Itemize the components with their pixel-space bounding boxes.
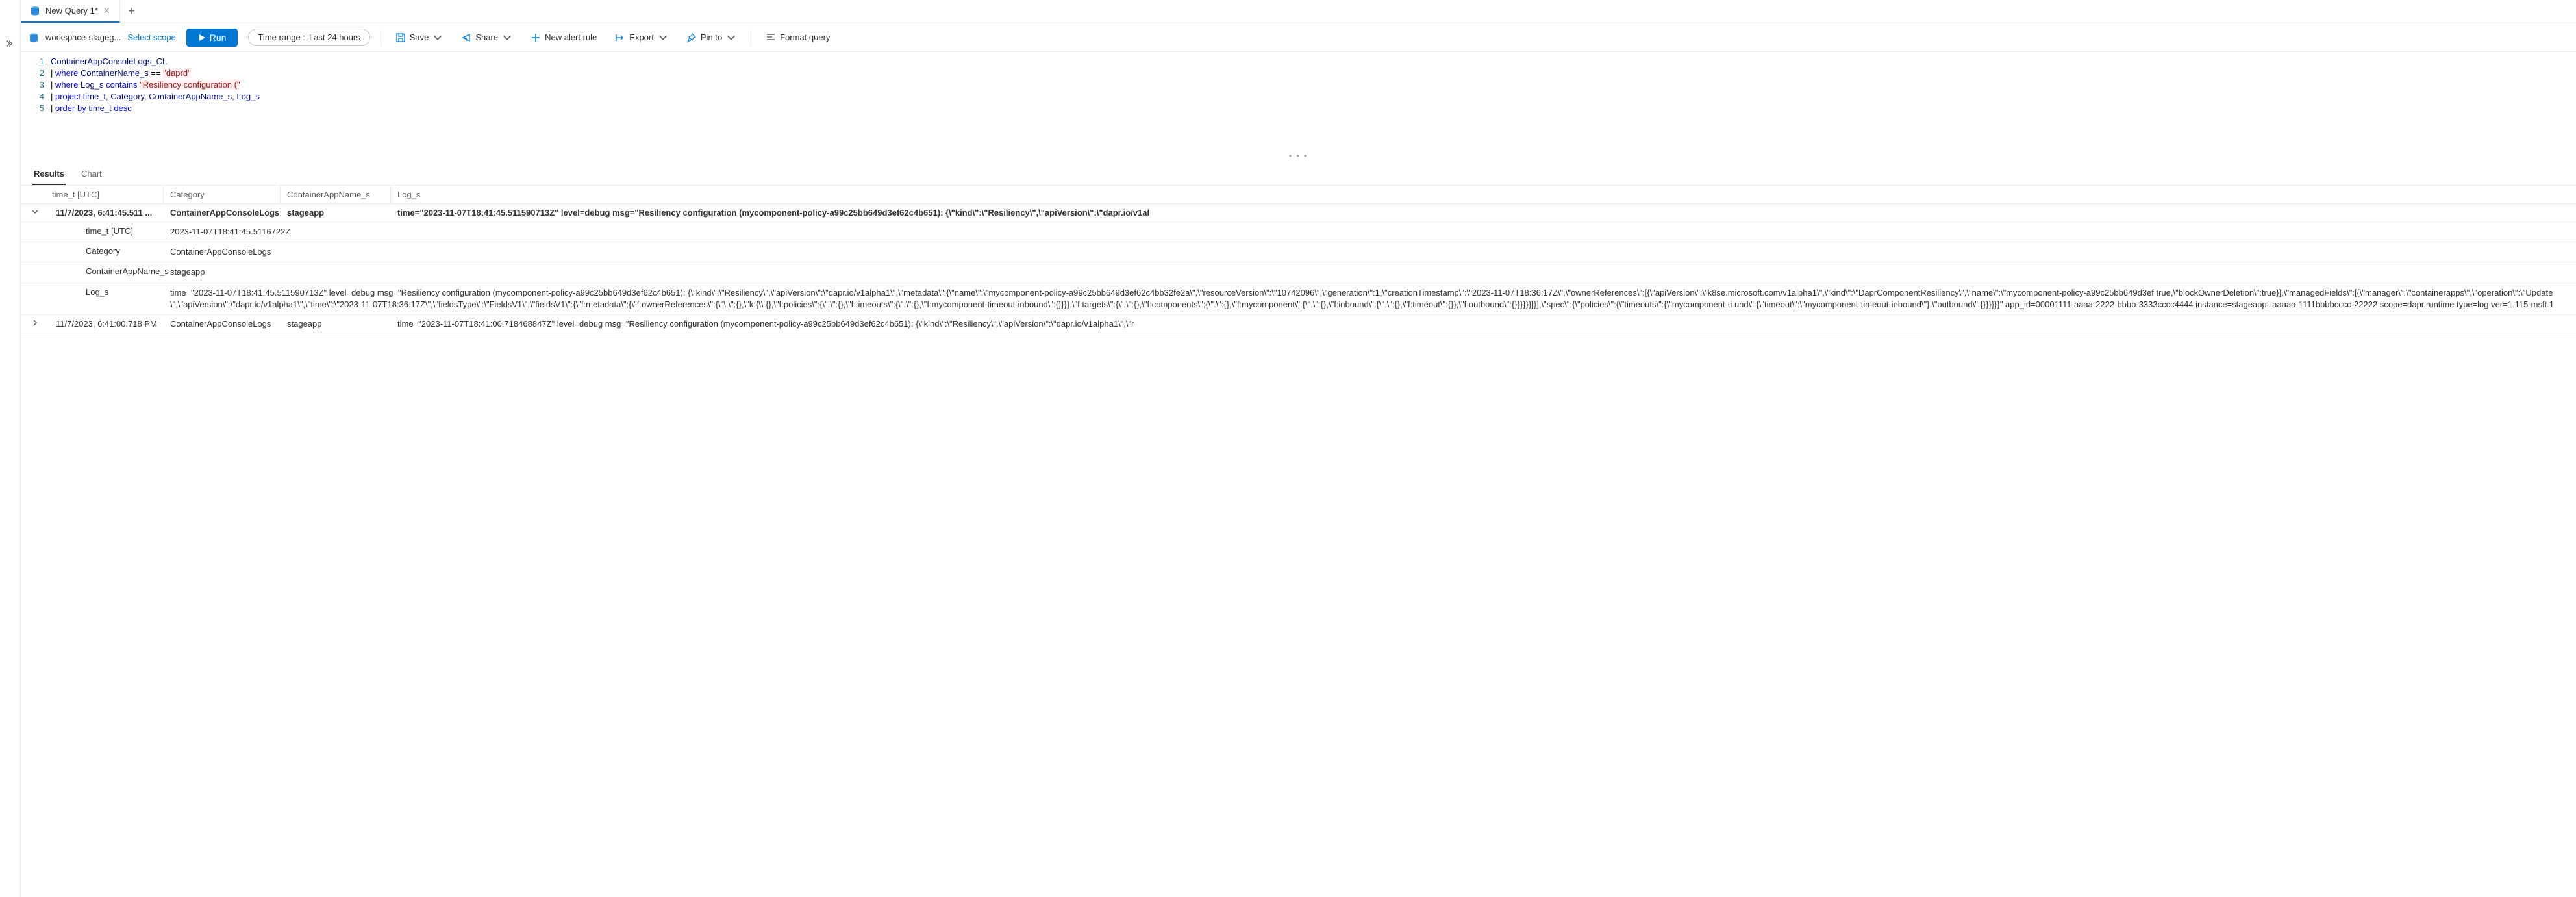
workspace-icon	[29, 32, 39, 43]
chevron-down-icon	[726, 32, 736, 43]
detail-key: Log_s	[21, 283, 164, 314]
drag-dots: • • •	[1289, 151, 1308, 160]
pin-icon	[686, 32, 697, 43]
export-icon	[615, 32, 625, 43]
run-button[interactable]: Run	[186, 29, 238, 47]
results-tab-strip: Results Chart	[21, 162, 2576, 186]
export-button[interactable]: Export	[611, 30, 672, 45]
export-label: Export	[629, 32, 654, 42]
pin-button[interactable]: Pin to	[682, 30, 740, 45]
share-button[interactable]: Share	[457, 30, 516, 45]
detail-key: ContainerAppName_s	[21, 262, 164, 282]
column-headers: time_t [UTC] Category ContainerAppName_s…	[21, 186, 2576, 204]
query-icon	[30, 6, 40, 16]
header-category[interactable]: Category	[164, 186, 281, 203]
detail-row: ContainerAppName_sstageapp	[21, 262, 2576, 283]
time-range-label: Time range :	[258, 32, 305, 42]
tab-results[interactable]: Results	[32, 162, 66, 185]
format-label: Format query	[780, 32, 830, 42]
cell-time: 11/7/2023, 6:41:45.511 ...	[49, 204, 164, 221]
format-icon	[766, 32, 776, 43]
table-row[interactable]: 11/7/2023, 6:41:45.511 ...ContainerAppCo…	[21, 204, 2576, 222]
select-scope-link[interactable]: Select scope	[127, 32, 175, 42]
detail-key: time_t [UTC]	[21, 222, 164, 242]
run-label: Run	[210, 32, 227, 43]
cell-log: time="2023-11-07T18:41:45.511590713Z" le…	[391, 204, 2576, 221]
pin-label: Pin to	[701, 32, 722, 42]
detail-value: time="2023-11-07T18:41:45.511590713Z" le…	[164, 283, 2576, 314]
line-gutter: 12345	[21, 56, 51, 149]
toolbar: workspace-stageg... Select scope Run Tim…	[21, 23, 2576, 52]
detail-value: 2023-11-07T18:41:45.5116722Z	[164, 222, 2576, 242]
cell-category: ContainerAppConsoleLogs	[164, 204, 281, 221]
header-app[interactable]: ContainerAppName_s	[281, 186, 391, 203]
save-icon	[395, 32, 406, 43]
scope-selector[interactable]: workspace-stageg... Select scope	[29, 32, 176, 43]
resize-handle[interactable]: • • •	[21, 149, 2576, 162]
collapse-row-icon[interactable]	[21, 204, 49, 220]
expand-row-icon[interactable]	[21, 315, 49, 331]
cell-app: stageapp	[281, 315, 391, 333]
new-alert-label: New alert rule	[545, 32, 597, 42]
tab-title: New Query 1*	[45, 6, 98, 16]
code-area[interactable]: ContainerAppConsoleLogs_CL| where Contai…	[51, 56, 2576, 149]
results-grid: time_t [UTC] Category ContainerAppName_s…	[21, 186, 2576, 897]
new-tab-button[interactable]: +	[120, 5, 144, 18]
cell-time: 11/7/2023, 6:41:00.718 PM	[49, 315, 164, 333]
time-range-picker[interactable]: Time range : Last 24 hours	[248, 29, 369, 46]
query-editor[interactable]: 12345 ContainerAppConsoleLogs_CL| where …	[21, 52, 2576, 149]
tab-strip: New Query 1* ✕ +	[21, 0, 2576, 23]
play-icon	[198, 34, 206, 42]
chevron-down-icon	[658, 32, 668, 43]
new-alert-button[interactable]: New alert rule	[527, 30, 601, 45]
chevron-down-icon	[502, 32, 512, 43]
detail-value: stageapp	[164, 262, 2576, 282]
cell-log: time="2023-11-07T18:41:00.718468847Z" le…	[391, 315, 2576, 333]
chevron-down-icon	[432, 32, 443, 43]
tab-close-icon[interactable]: ✕	[103, 6, 110, 16]
detail-value: ContainerAppConsoleLogs	[164, 242, 2576, 262]
format-query-button[interactable]: Format query	[762, 30, 834, 45]
workspace-name: workspace-stageg...	[45, 32, 121, 42]
share-label: Share	[475, 32, 498, 42]
cell-category: ContainerAppConsoleLogs	[164, 315, 281, 333]
sidebar-collapse[interactable]	[0, 0, 21, 897]
table-row[interactable]: 11/7/2023, 6:41:00.718 PMContainerAppCon…	[21, 315, 2576, 333]
detail-row: CategoryContainerAppConsoleLogs	[21, 242, 2576, 262]
save-label: Save	[410, 32, 429, 42]
plus-icon	[531, 32, 541, 43]
detail-row: time_t [UTC]2023-11-07T18:41:45.5116722Z	[21, 222, 2576, 242]
save-button[interactable]: Save	[392, 30, 447, 45]
detail-row: Log_stime="2023-11-07T18:41:45.511590713…	[21, 283, 2576, 315]
detail-key: Category	[21, 242, 164, 262]
tab-chart[interactable]: Chart	[80, 162, 103, 185]
header-time[interactable]: time_t [UTC]	[21, 186, 164, 203]
cell-app: stageapp	[281, 204, 391, 221]
query-tab[interactable]: New Query 1* ✕	[21, 0, 120, 23]
share-icon	[461, 32, 471, 43]
time-range-value: Last 24 hours	[309, 32, 360, 42]
header-log[interactable]: Log_s	[391, 186, 2576, 203]
